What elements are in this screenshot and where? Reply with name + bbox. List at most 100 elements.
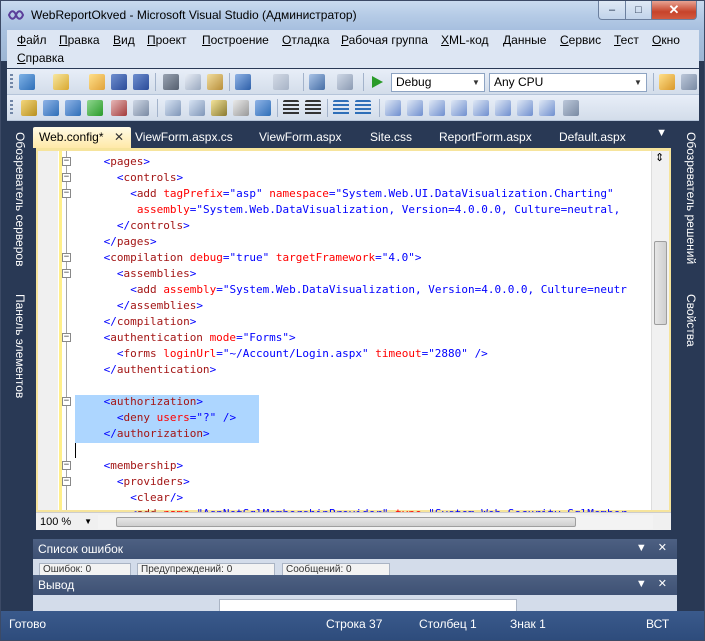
menu-project[interactable]: Проект [147, 33, 187, 47]
split-window-icon[interactable]: ⇕ [655, 151, 664, 164]
menu-build[interactable]: Построение [202, 33, 269, 47]
menu-file[interactable]: Файл [17, 33, 47, 47]
code-token: "?" [196, 411, 217, 424]
menu-team[interactable]: Рабочая группа [341, 33, 428, 47]
tab-site-css[interactable]: Site.css [370, 127, 412, 148]
configuration-select[interactable]: Debug ▼ [391, 73, 485, 92]
navigate-backward-icon[interactable] [309, 74, 325, 90]
toolbar-separator [363, 73, 364, 91]
bookmark-folder-prev-icon[interactable] [451, 100, 467, 116]
tab-default-aspx[interactable]: Default.aspx [559, 127, 626, 148]
chevron-down-icon: ▼ [634, 78, 642, 87]
save-icon[interactable] [111, 74, 127, 90]
collapse-toggle-icon[interactable]: − [62, 157, 71, 166]
toolbar-overflow-icon[interactable] [563, 100, 579, 116]
platform-select[interactable]: Any CPU ▼ [489, 73, 647, 92]
tab-reportform-aspx[interactable]: ReportForm.aspx [439, 127, 532, 148]
bookmark-prev-icon[interactable] [407, 100, 423, 116]
outdent-icon[interactable] [65, 100, 81, 116]
align-center-icon[interactable] [305, 100, 321, 116]
chevron-down-icon: ▼ [84, 517, 92, 526]
menu-debug[interactable]: Отладка [282, 33, 329, 47]
code-token: > [289, 331, 296, 344]
pane-controls[interactable]: ▼ ✕ [636, 577, 671, 590]
toolbar-grip[interactable] [10, 74, 13, 90]
paste-icon[interactable] [207, 74, 223, 90]
bookmark-doc-prev-icon[interactable] [495, 100, 511, 116]
code-token: compilation [116, 315, 190, 328]
redo-icon[interactable] [273, 74, 289, 90]
menu-tools[interactable]: Сервис [560, 33, 601, 47]
bookmark-folder-next-icon[interactable] [473, 100, 489, 116]
collapse-toggle-icon[interactable]: − [62, 253, 71, 262]
bookmark-next-icon[interactable] [429, 100, 445, 116]
horizontal-scrollbar[interactable] [98, 515, 653, 529]
minimize-button[interactable]: – [598, 1, 626, 20]
tab-web-config[interactable]: Web.config* ✕ [33, 127, 131, 148]
toolbox-tab[interactable]: Панель элементов [10, 290, 30, 430]
window-icon[interactable] [165, 100, 181, 116]
code-token: > [176, 171, 184, 184]
close-button[interactable]: ✕ [651, 1, 697, 20]
menu-help[interactable]: Справка [17, 51, 64, 65]
clear-bookmarks-icon[interactable] [539, 100, 555, 116]
undo-icon[interactable] [235, 74, 251, 90]
align-left-icon[interactable] [283, 100, 299, 116]
cut-icon[interactable] [163, 74, 179, 90]
navigate-forward-icon[interactable] [337, 74, 353, 90]
server-explorer-tab[interactable]: Обозреватель серверов [10, 128, 30, 278]
collapse-toggle-icon[interactable]: − [62, 269, 71, 278]
collapse-toggle-icon[interactable]: − [62, 333, 71, 342]
menu-edit[interactable]: Правка [59, 33, 100, 47]
menu-xml[interactable]: XML-код [441, 33, 488, 47]
toolbar-separator [327, 99, 328, 117]
copy-icon[interactable] [185, 74, 201, 90]
toolbar-overflow-icon[interactable] [681, 74, 697, 90]
run-icon[interactable] [87, 100, 103, 116]
stop-icon[interactable] [111, 100, 127, 116]
uncomment-icon[interactable] [355, 100, 371, 116]
bookmark-icon[interactable] [255, 100, 271, 116]
rename-icon[interactable] [233, 100, 249, 116]
code-token: > [149, 235, 157, 248]
add-item-icon[interactable] [53, 74, 69, 90]
save-all-icon[interactable] [133, 74, 149, 90]
attach-icon[interactable] [133, 100, 149, 116]
format-icon[interactable] [21, 100, 37, 116]
collapse-toggle-icon[interactable]: − [62, 173, 71, 182]
collapse-toggle-icon[interactable]: − [62, 477, 71, 486]
menu-view[interactable]: Вид [113, 33, 135, 47]
tab-viewform-aspx[interactable]: ViewForm.aspx [259, 127, 341, 148]
indent-icon[interactable] [43, 100, 59, 116]
vertical-scrollbar[interactable]: ⇕ [651, 151, 669, 510]
collapse-toggle-icon[interactable]: − [62, 189, 71, 198]
menu-test[interactable]: Тест [614, 33, 639, 47]
tab-viewform-cs[interactable]: ViewForm.aspx.cs [135, 127, 233, 148]
code-token: > [202, 427, 210, 440]
maximize-button[interactable]: □ [625, 1, 652, 20]
scrollbar-thumb[interactable] [654, 241, 667, 325]
collapse-toggle-icon[interactable]: − [62, 397, 71, 406]
start-debugging-icon[interactable] [369, 74, 385, 90]
zoom-select[interactable]: 100 % ▼ [38, 515, 94, 529]
tab-list-dropdown-icon[interactable]: ▼ [656, 127, 667, 139]
close-icon[interactable]: ✕ [114, 130, 124, 144]
pointer-icon[interactable] [211, 100, 227, 116]
pane-controls[interactable]: ▼ ✕ [636, 541, 671, 554]
bookmark-doc-next-icon[interactable] [517, 100, 533, 116]
comment-icon[interactable] [333, 100, 349, 116]
scrollbar-thumb[interactable] [116, 517, 576, 527]
toolbar-grip[interactable] [10, 100, 13, 116]
code-editor[interactable]: − <pages> − <controls> − <add tagPrefix="asp"… [36, 148, 671, 520]
text-caret [75, 443, 76, 458]
properties-icon[interactable] [189, 100, 205, 116]
find-in-files-icon[interactable] [659, 74, 675, 90]
bookmark-toggle-icon[interactable] [385, 100, 401, 116]
menu-window[interactable]: Окно [652, 33, 680, 47]
code-token: </ [103, 315, 117, 328]
menu-data[interactable]: Данные [503, 33, 546, 47]
open-folder-icon[interactable] [89, 74, 105, 90]
collapse-toggle-icon[interactable]: − [62, 461, 71, 470]
new-project-icon[interactable] [19, 74, 35, 90]
